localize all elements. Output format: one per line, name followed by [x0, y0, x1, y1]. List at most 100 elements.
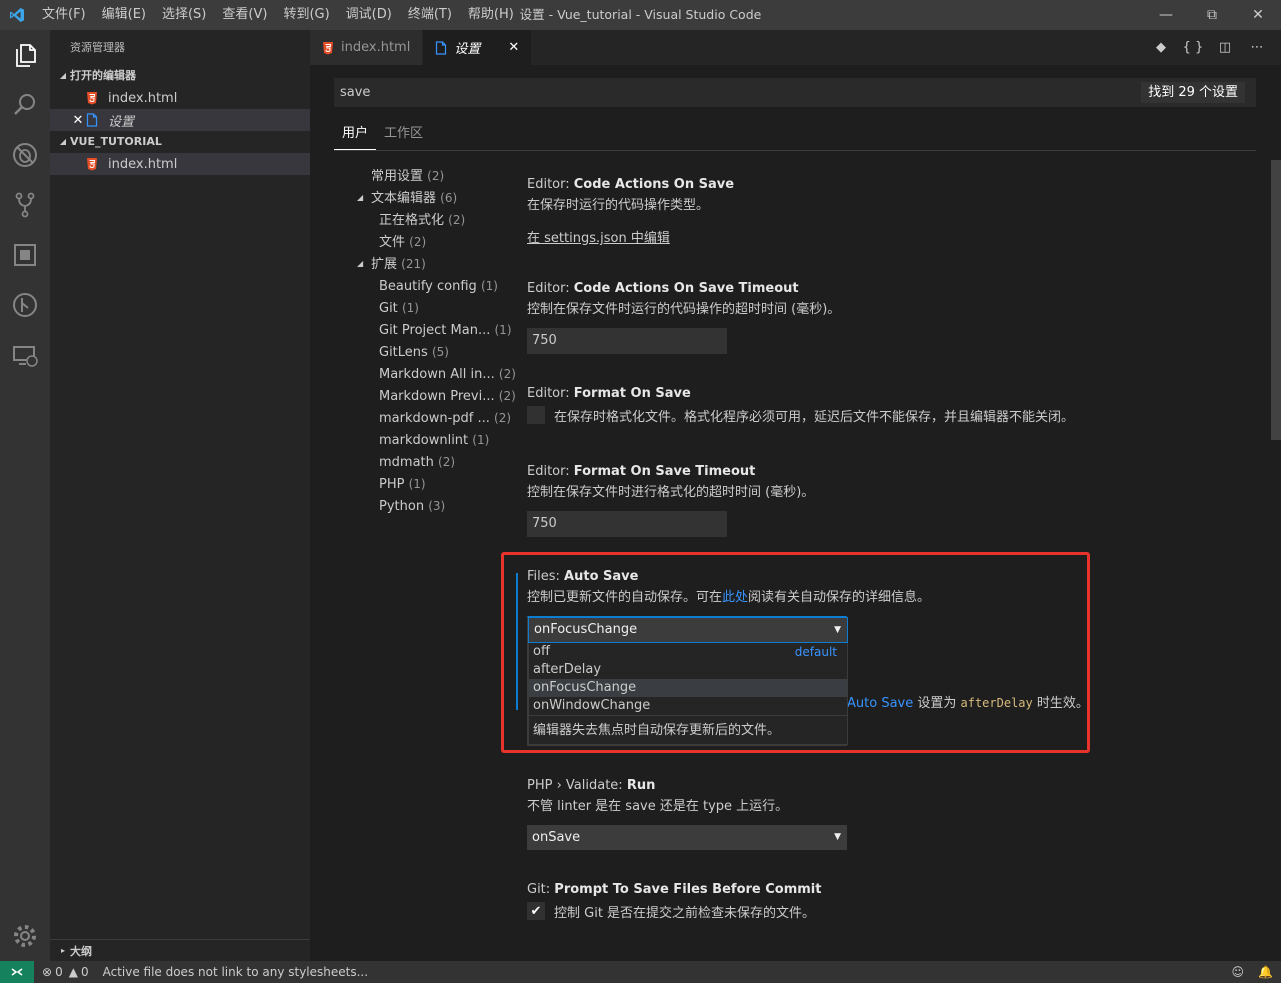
- toc-item[interactable]: mdmath (2): [355, 451, 515, 473]
- close-window-icon[interactable]: ✕: [1235, 0, 1281, 30]
- open-editor-index-html[interactable]: index.html: [50, 87, 310, 109]
- tab-user[interactable]: 用户: [334, 118, 377, 150]
- setting-title: Editor: Format On Save Timeout: [527, 464, 756, 479]
- feedback-smiley-icon[interactable]: ☺: [1232, 965, 1245, 979]
- toc-item[interactable]: markdown-pdf ... (2): [355, 407, 515, 429]
- open-editor-settings[interactable]: ✕ 设置: [50, 109, 310, 131]
- setting-git-prompt-save: Git: Prompt To Save Files Before Commit …: [527, 880, 1267, 922]
- php-validate-select[interactable]: onSave ▼: [527, 825, 847, 850]
- editor-actions: ◆ { } ◫ ⋯: [1145, 30, 1273, 65]
- open-editors-header[interactable]: ◢ 打开的编辑器: [50, 65, 310, 87]
- toc-label: 文本编辑器: [371, 191, 437, 206]
- settings-file-icon: [435, 40, 447, 55]
- vscode-logo-icon: [0, 0, 34, 30]
- toc-item[interactable]: ◢ 扩展 (21): [355, 253, 515, 275]
- explorer-sidebar: 资源管理器 ◢ 打开的编辑器 index.html ✕ 设置 ◢ VUE_TUT…: [50, 30, 310, 939]
- toc-count: (1): [408, 477, 426, 491]
- open-editor-label: index.html: [108, 90, 178, 106]
- remote-icon[interactable]: [0, 961, 34, 983]
- toc-count: (1): [472, 433, 490, 447]
- restore-icon[interactable]: ⧉: [1189, 0, 1235, 30]
- toc-label: Git: [379, 301, 398, 316]
- menu-file[interactable]: 文件(F): [34, 0, 94, 30]
- menu-go[interactable]: 转到(G): [275, 0, 337, 30]
- gear-icon[interactable]: [0, 911, 50, 961]
- search-icon[interactable]: [0, 80, 50, 130]
- menu-debug[interactable]: 调试(D): [338, 0, 400, 30]
- toc-item[interactable]: PHP (1): [355, 473, 515, 495]
- notifications-bell-icon[interactable]: 🔔: [1258, 965, 1273, 979]
- problems-indicator[interactable]: ⊗ 0 ▲ 0: [42, 965, 89, 979]
- toc-item[interactable]: 文件 (2): [355, 231, 515, 253]
- chevron-down-icon: ▼: [834, 832, 841, 842]
- status-right: ☺ 🔔: [1218, 961, 1273, 983]
- toc-item[interactable]: 常用设置 (2): [355, 165, 515, 187]
- setting-title: Editor: Format On Save: [527, 386, 691, 401]
- edit-in-settings-json-link[interactable]: 在 settings.json 中编辑: [527, 227, 1267, 246]
- outline-header[interactable]: ▸ 大纲: [50, 939, 310, 961]
- open-editor-label: 设置: [108, 114, 135, 130]
- menu-view[interactable]: 查看(V): [214, 0, 275, 30]
- gitlens-icon[interactable]: [0, 280, 50, 330]
- html-file-icon: [86, 157, 104, 171]
- git-compare-icon[interactable]: ◆: [1145, 40, 1177, 55]
- menu-edit[interactable]: 编辑(E): [94, 0, 154, 30]
- format-on-save-checkbox[interactable]: [527, 406, 545, 424]
- setting-php-validate-run: PHP › Validate: Run 不管 linter 是在 save 还是…: [527, 776, 1267, 850]
- toc-item[interactable]: GitLens (5): [355, 341, 515, 363]
- source-control-icon[interactable]: [0, 180, 50, 230]
- tab-label: 设置: [454, 42, 481, 57]
- minimize-icon[interactable]: —: [1143, 0, 1189, 30]
- folder-header[interactable]: ◢ VUE_TUTORIAL: [50, 131, 310, 153]
- status-bar: ⊗ 0 ▲ 0 Active file does not link to any…: [0, 961, 1281, 983]
- git-prompt-row: ✔ 控制 Git 是否在提交之前检查未保存的文件。: [527, 900, 1267, 922]
- tab-settings[interactable]: 设置 ✕: [423, 30, 533, 65]
- toc-item[interactable]: 正在格式化 (2): [355, 209, 515, 231]
- split-editor-icon[interactable]: ◫: [1209, 40, 1241, 55]
- outline-label: 大纲: [70, 944, 92, 958]
- window-controls: — ⧉ ✕: [1143, 0, 1281, 30]
- tab-workspace[interactable]: 工作区: [376, 118, 431, 150]
- menu-selection[interactable]: 选择(S): [154, 0, 214, 30]
- debug-icon[interactable]: [0, 130, 50, 180]
- format-timeout-input[interactable]: 750: [527, 511, 727, 537]
- chevron-down-icon: ◢: [357, 259, 364, 268]
- setting-description: 控制 Git 是否在提交之前检查未保存的文件。: [554, 905, 816, 921]
- setting-code-actions-on-save: Editor: Code Actions On Save 在保存时运行的代码操作…: [527, 175, 1267, 246]
- close-icon[interactable]: ✕: [70, 113, 86, 128]
- explorer-icon[interactable]: [0, 30, 50, 80]
- warning-count: 0: [80, 965, 89, 979]
- remote-explorer-icon[interactable]: [0, 330, 50, 380]
- git-prompt-checkbox[interactable]: ✔: [527, 902, 545, 920]
- tab-index-html[interactable]: index.html: [310, 30, 424, 65]
- timeout-input[interactable]: 750: [527, 328, 727, 354]
- file-index-html[interactable]: index.html: [50, 153, 310, 175]
- setting-code-actions-timeout: Editor: Code Actions On Save Timeout 控制在…: [527, 279, 1267, 354]
- toc-count: (2): [498, 367, 516, 381]
- menu-help[interactable]: 帮助(H): [460, 0, 522, 30]
- setting-title: Git: Prompt To Save Files Before Commit: [527, 882, 822, 897]
- extensions-icon[interactable]: [0, 230, 50, 280]
- toc-label: markdown-pdf ...: [379, 411, 490, 426]
- toc-item[interactable]: Markdown All in... (2): [355, 363, 516, 385]
- toc-item[interactable]: Git (1): [355, 297, 515, 319]
- more-actions-icon[interactable]: ⋯: [1241, 40, 1273, 55]
- toc-label: 扩展: [371, 257, 398, 272]
- toc-count: (5): [431, 345, 449, 359]
- toc-item[interactable]: Beautify config (1): [355, 275, 515, 297]
- chevron-right-icon: ▸: [60, 946, 65, 955]
- toc-item[interactable]: markdownlint (1): [355, 429, 515, 451]
- settings-search-input[interactable]: save 找到 29 个设置: [334, 78, 1256, 107]
- open-settings-json-icon[interactable]: { }: [1177, 40, 1209, 55]
- toc-item[interactable]: Git Project Man... (1): [355, 319, 515, 341]
- menu-terminal[interactable]: 终端(T): [400, 0, 460, 30]
- toc-count: (21): [401, 257, 426, 271]
- close-icon[interactable]: ✕: [508, 40, 519, 55]
- toc-item[interactable]: Markdown Previ... (2): [355, 385, 516, 407]
- toc-item[interactable]: Python (3): [355, 495, 515, 517]
- setting-title: PHP › Validate: Run: [527, 778, 656, 793]
- status-message[interactable]: Active file does not link to any stylesh…: [103, 965, 368, 979]
- toc-item[interactable]: ◢ 文本编辑器 (6): [355, 187, 515, 209]
- toc-count: (1): [401, 301, 419, 315]
- scrollbar[interactable]: [1271, 160, 1281, 440]
